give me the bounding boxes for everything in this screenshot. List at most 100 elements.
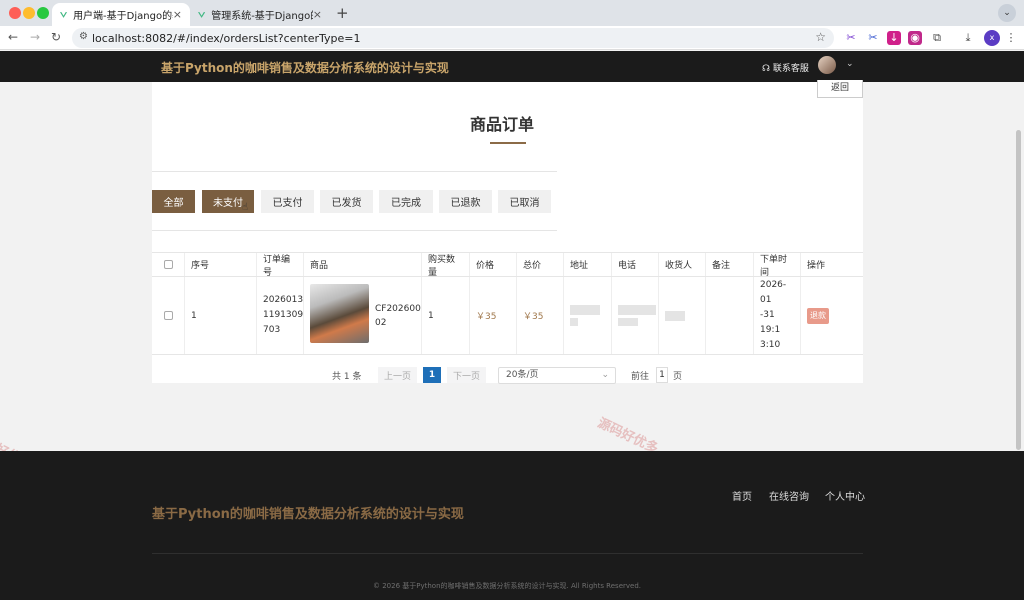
url-text: localhost:8082/#/index/ordersList?center… [92, 31, 361, 45]
chevron-down-icon: ⌄ [601, 370, 609, 380]
blurred-phone [618, 318, 638, 326]
forward-arrow-icon[interactable]: → [30, 30, 40, 44]
blurred-receiver [665, 310, 685, 321]
browser-tab-user[interactable]: 用户端-基于Django的基于Pyth × [52, 3, 190, 26]
back-arrow-icon[interactable]: ← [8, 30, 18, 44]
goods-image[interactable] [310, 284, 369, 343]
bookmark-star-icon[interactable]: ☆ [815, 30, 826, 44]
column-header: 地址 [564, 253, 612, 276]
mouse-pointer-icon: ☝ [242, 202, 249, 213]
address-bar[interactable]: ⚙ localhost:8082/#/index/ordersList?cent… [72, 28, 834, 48]
column-header: 订单编号 [257, 253, 304, 278]
menu-dots-icon[interactable]: ⋮ [1004, 31, 1018, 45]
column-header: 备注 [706, 253, 754, 276]
site-footer: 基于Python的咖啡销售及数据分析系统的设计与实现 首页 在线咨询 个人中心 … [0, 451, 1024, 600]
service-label: 联系客服 [772, 64, 809, 74]
column-header: 总价 [517, 253, 564, 276]
cell-order-time: 2026-01 -31 19:1 3:10 [754, 277, 801, 354]
filter-shipped-button[interactable]: 已发货 [320, 190, 373, 213]
browser-tab-admin[interactable]: 管理系统-基于Django的基于Py × [190, 3, 330, 26]
extension-cut-icon[interactable]: ✂ [866, 31, 880, 45]
divider [152, 230, 557, 231]
pagination-total: 共 1 条 [332, 371, 362, 382]
select-all-checkbox[interactable] [163, 260, 173, 269]
site-title[interactable]: 基于Python的咖啡销售及数据分析系统的设计与实现 [161, 59, 449, 76]
refund-button[interactable]: 退款 [807, 307, 829, 324]
cell-quantity: 1 [422, 277, 470, 354]
cell-goods: CF202600 02 [304, 277, 422, 354]
footer-divider [152, 553, 863, 554]
prev-page-button[interactable]: 上一页 [378, 367, 417, 383]
title-underline [490, 142, 526, 144]
filter-cancelled-button[interactable]: 已取消 [498, 190, 551, 213]
page-scrollbar[interactable] [1016, 130, 1021, 450]
column-header: 商品 [304, 253, 422, 276]
goto-label: 前往 [631, 371, 650, 382]
browser-tab-bar: 用户端-基于Django的基于Pyth × 管理系统-基于Django的基于Py… [0, 0, 1024, 26]
vue-logo-icon [60, 11, 68, 18]
chevron-down-icon[interactable]: ⌄ [846, 59, 854, 69]
column-header: 电话 [612, 253, 659, 276]
cell-total: ￥35 [517, 277, 564, 354]
customer-service-link[interactable]: ☊ 联系客服 [762, 61, 809, 74]
close-tab-icon[interactable]: × [173, 8, 182, 21]
site-info-icon[interactable]: ⚙ [79, 31, 88, 42]
cell-actions: 退款 [801, 277, 863, 354]
downloads-icon[interactable]: ⤓ [961, 31, 975, 45]
filter-all-button[interactable]: 全部 [152, 190, 195, 213]
filter-completed-button[interactable]: 已完成 [379, 190, 433, 213]
table-row: 1 2026013 1191309 703 CF202600 02 1 ￥35 … [152, 277, 863, 355]
browser-toolbar: ← → ↻ ⚙ localhost:8082/#/index/ordersLis… [0, 26, 1024, 50]
close-tab-icon[interactable]: × [313, 8, 322, 21]
footer-link-home[interactable]: 首页 [732, 488, 752, 503]
page-size-select[interactable]: 20条/页 ⌄ [498, 367, 616, 384]
user-avatar[interactable] [818, 56, 836, 74]
column-header: 序号 [185, 253, 257, 276]
headset-icon: ☊ [762, 64, 770, 74]
select-all-cell [152, 253, 185, 276]
site-header: 基于Python的咖啡销售及数据分析系统的设计与实现 ☊ 联系客服 ⌄ [0, 51, 1024, 82]
column-header: 收货人 [659, 253, 706, 276]
page-size-value: 20条/页 [506, 370, 539, 380]
reload-icon[interactable]: ↻ [51, 30, 61, 44]
next-page-button[interactable]: 下一页 [447, 367, 486, 383]
cell-price: ￥35 [470, 277, 517, 354]
column-header: 下单时间 [754, 253, 801, 278]
row-checkbox[interactable] [163, 311, 173, 320]
footer-link-profile[interactable]: 个人中心 [825, 488, 865, 503]
column-header: 价格 [470, 253, 517, 276]
extension-download-icon[interactable]: ↓ [887, 31, 901, 45]
profile-avatar[interactable]: x [984, 30, 1000, 46]
back-button[interactable]: 返回 [817, 80, 863, 98]
footer-copyright: © 2026 基于Python的咖啡销售及数据分析系统的设计与实现. All R… [373, 582, 641, 590]
filter-refunded-button[interactable]: 已退款 [439, 190, 492, 213]
tab-label: 管理系统-基于Django的基于Py [211, 11, 313, 22]
cell-index: 1 [185, 277, 257, 354]
page-1-button[interactable]: 1 [423, 367, 441, 383]
cell-receiver [659, 277, 706, 354]
cell-address [564, 277, 612, 354]
blurred-phone [618, 305, 656, 315]
extensions-puzzle-icon[interactable]: ⧉ [930, 31, 944, 45]
goto-page-input[interactable]: 1 [656, 367, 668, 383]
column-header: 购买数量 [422, 253, 470, 278]
blurred-address [570, 318, 578, 326]
table-header: 序号 订单编号 商品 购买数量 价格 总价 地址 电话 收货人 备注 下单时间 … [152, 252, 863, 278]
divider [152, 171, 557, 172]
tab-label: 用户端-基于Django的基于Pyth [73, 11, 173, 22]
cell-phone [612, 277, 659, 354]
page-unit-label: 页 [673, 371, 683, 382]
close-window-icon[interactable] [9, 7, 21, 19]
tab-search-icon[interactable]: ⌄ [998, 4, 1016, 22]
blurred-address [570, 305, 600, 315]
minimize-window-icon[interactable] [23, 7, 35, 19]
cell-order-number: 2026013 1191309 703 [257, 277, 304, 354]
extension-scissors-icon[interactable]: ✂ [844, 31, 858, 45]
footer-link-consult[interactable]: 在线咨询 [769, 488, 809, 503]
row-select-cell [152, 277, 185, 354]
maximize-window-icon[interactable] [37, 7, 49, 19]
page-title: 商品订单 [470, 115, 535, 134]
extension-app-icon[interactable]: ◉ [908, 31, 922, 45]
filter-paid-button[interactable]: 已支付 [261, 190, 314, 213]
new-tab-icon[interactable]: + [336, 4, 349, 22]
